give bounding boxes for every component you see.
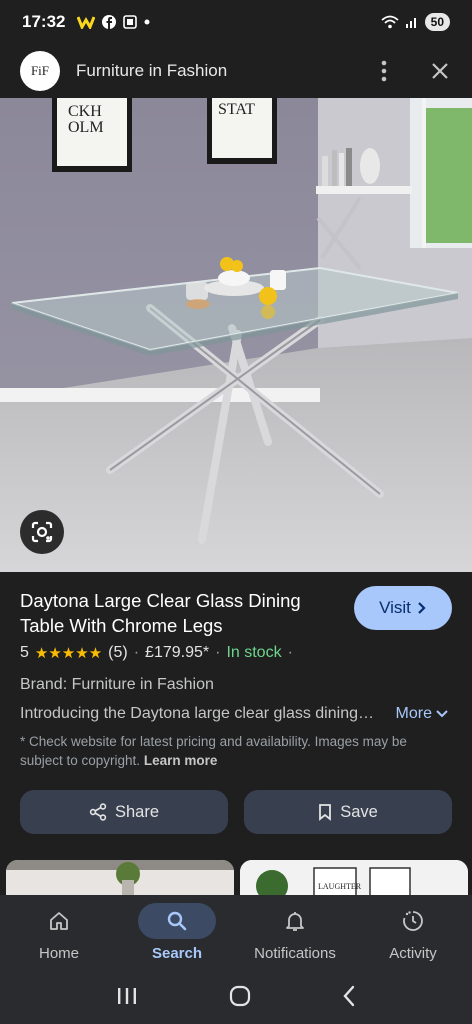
- bottom-navigation: Home Search Notifications Activity: [0, 895, 472, 973]
- product-image[interactable]: CKH OLM STAT: [0, 98, 472, 572]
- google-lens-button[interactable]: [20, 510, 64, 554]
- search-icon: [167, 911, 187, 931]
- action-buttons: Share Save: [20, 790, 452, 834]
- recents-icon: [117, 988, 136, 1004]
- visit-button[interactable]: Visit: [354, 586, 452, 630]
- svg-text:OLM: OLM: [68, 119, 104, 136]
- more-options-button[interactable]: [372, 59, 396, 83]
- nav-search[interactable]: Search: [118, 895, 236, 973]
- share-button[interactable]: Share: [20, 790, 228, 834]
- nav-search-label: Search: [151, 945, 203, 962]
- status-time: 17:32: [22, 12, 66, 31]
- more-notifications-icon: [144, 19, 150, 25]
- separator-dot: ·: [215, 644, 221, 661]
- nav-activity-label: Activity: [389, 945, 437, 962]
- more-label: More: [395, 705, 432, 722]
- activity-icon: [403, 911, 423, 931]
- search-icon-wrap: [138, 903, 216, 939]
- back-icon: [343, 985, 355, 1007]
- separator-dot: ·: [287, 644, 293, 661]
- svg-text:CKH: CKH: [68, 103, 102, 120]
- brand-line: Brand: Furniture in Fashion: [20, 676, 214, 693]
- product-details: Daytona Large Clear Glass Dining Table W…: [0, 572, 472, 920]
- close-button[interactable]: [428, 59, 452, 83]
- price: £179.95*: [145, 644, 210, 661]
- svg-text:STAT: STAT: [218, 101, 255, 118]
- status-icons: [77, 15, 150, 29]
- status-right: 50: [381, 13, 450, 31]
- notification-app-icon: [77, 16, 96, 29]
- product-title[interactable]: Daytona Large Clear Glass Dining Table W…: [20, 588, 340, 638]
- nav-activity[interactable]: Activity: [354, 895, 472, 973]
- related-image-text: LAUGHTER: [318, 882, 362, 891]
- signal-icon: [405, 18, 416, 28]
- home-system-button[interactable]: [229, 985, 251, 1012]
- bell-icon-wrap: [256, 903, 334, 939]
- share-label: Share: [114, 802, 160, 821]
- disclaimer: * Check website for latest pricing and a…: [20, 732, 452, 770]
- nav-home[interactable]: Home: [0, 895, 118, 973]
- site-logo[interactable]: FiF: [20, 51, 60, 91]
- visit-label: Visit: [379, 598, 411, 617]
- star-rating: ★★★★★: [34, 645, 103, 662]
- rating-row: 5 ★★★★★ (5) · £179.95* · In stock ·: [20, 644, 293, 662]
- system-navigation: [0, 973, 472, 1024]
- facebook-icon: [102, 15, 117, 29]
- stock-status: In stock: [226, 644, 282, 661]
- status-bar: 17:32 50: [0, 0, 472, 44]
- review-count: (5): [108, 644, 128, 661]
- chevron-right-icon: [418, 602, 426, 614]
- separator-dot: ·: [133, 644, 140, 661]
- nav-home-label: Home: [38, 945, 79, 962]
- home-icon: [50, 912, 68, 930]
- close-icon: [432, 63, 448, 79]
- product-photo: CKH OLM STAT: [0, 98, 472, 572]
- battery-indicator: 50: [424, 13, 450, 31]
- source-header: FiF Furniture in Fashion: [0, 44, 472, 98]
- share-icon: [89, 803, 107, 821]
- bell-icon: [286, 912, 304, 931]
- product-description: Introducing the Daytona large clear glas…: [20, 705, 378, 722]
- back-button[interactable]: [342, 985, 356, 1012]
- wifi-icon: [381, 15, 399, 29]
- activity-icon-wrap: [374, 903, 452, 939]
- site-name[interactable]: Furniture in Fashion: [76, 61, 227, 81]
- recents-button[interactable]: [116, 986, 138, 1011]
- save-button[interactable]: Save: [244, 790, 452, 834]
- save-label: Save: [340, 802, 378, 821]
- home-circle-icon: [229, 985, 251, 1007]
- home-icon-wrap: [20, 903, 98, 939]
- nav-notifications-label: Notifications: [254, 945, 336, 962]
- lens-icon: [31, 521, 53, 543]
- bookmark-icon: [319, 804, 332, 821]
- rating-value: 5: [20, 644, 29, 661]
- screenshot-icon: [123, 15, 138, 29]
- more-vert-icon: [381, 60, 387, 82]
- chevron-down-icon: [436, 710, 448, 718]
- nav-notifications[interactable]: Notifications: [236, 895, 354, 973]
- more-button[interactable]: More: [396, 705, 448, 723]
- learn-more-link[interactable]: Learn more: [144, 753, 218, 768]
- related-images: LAUGHTER: [0, 860, 472, 920]
